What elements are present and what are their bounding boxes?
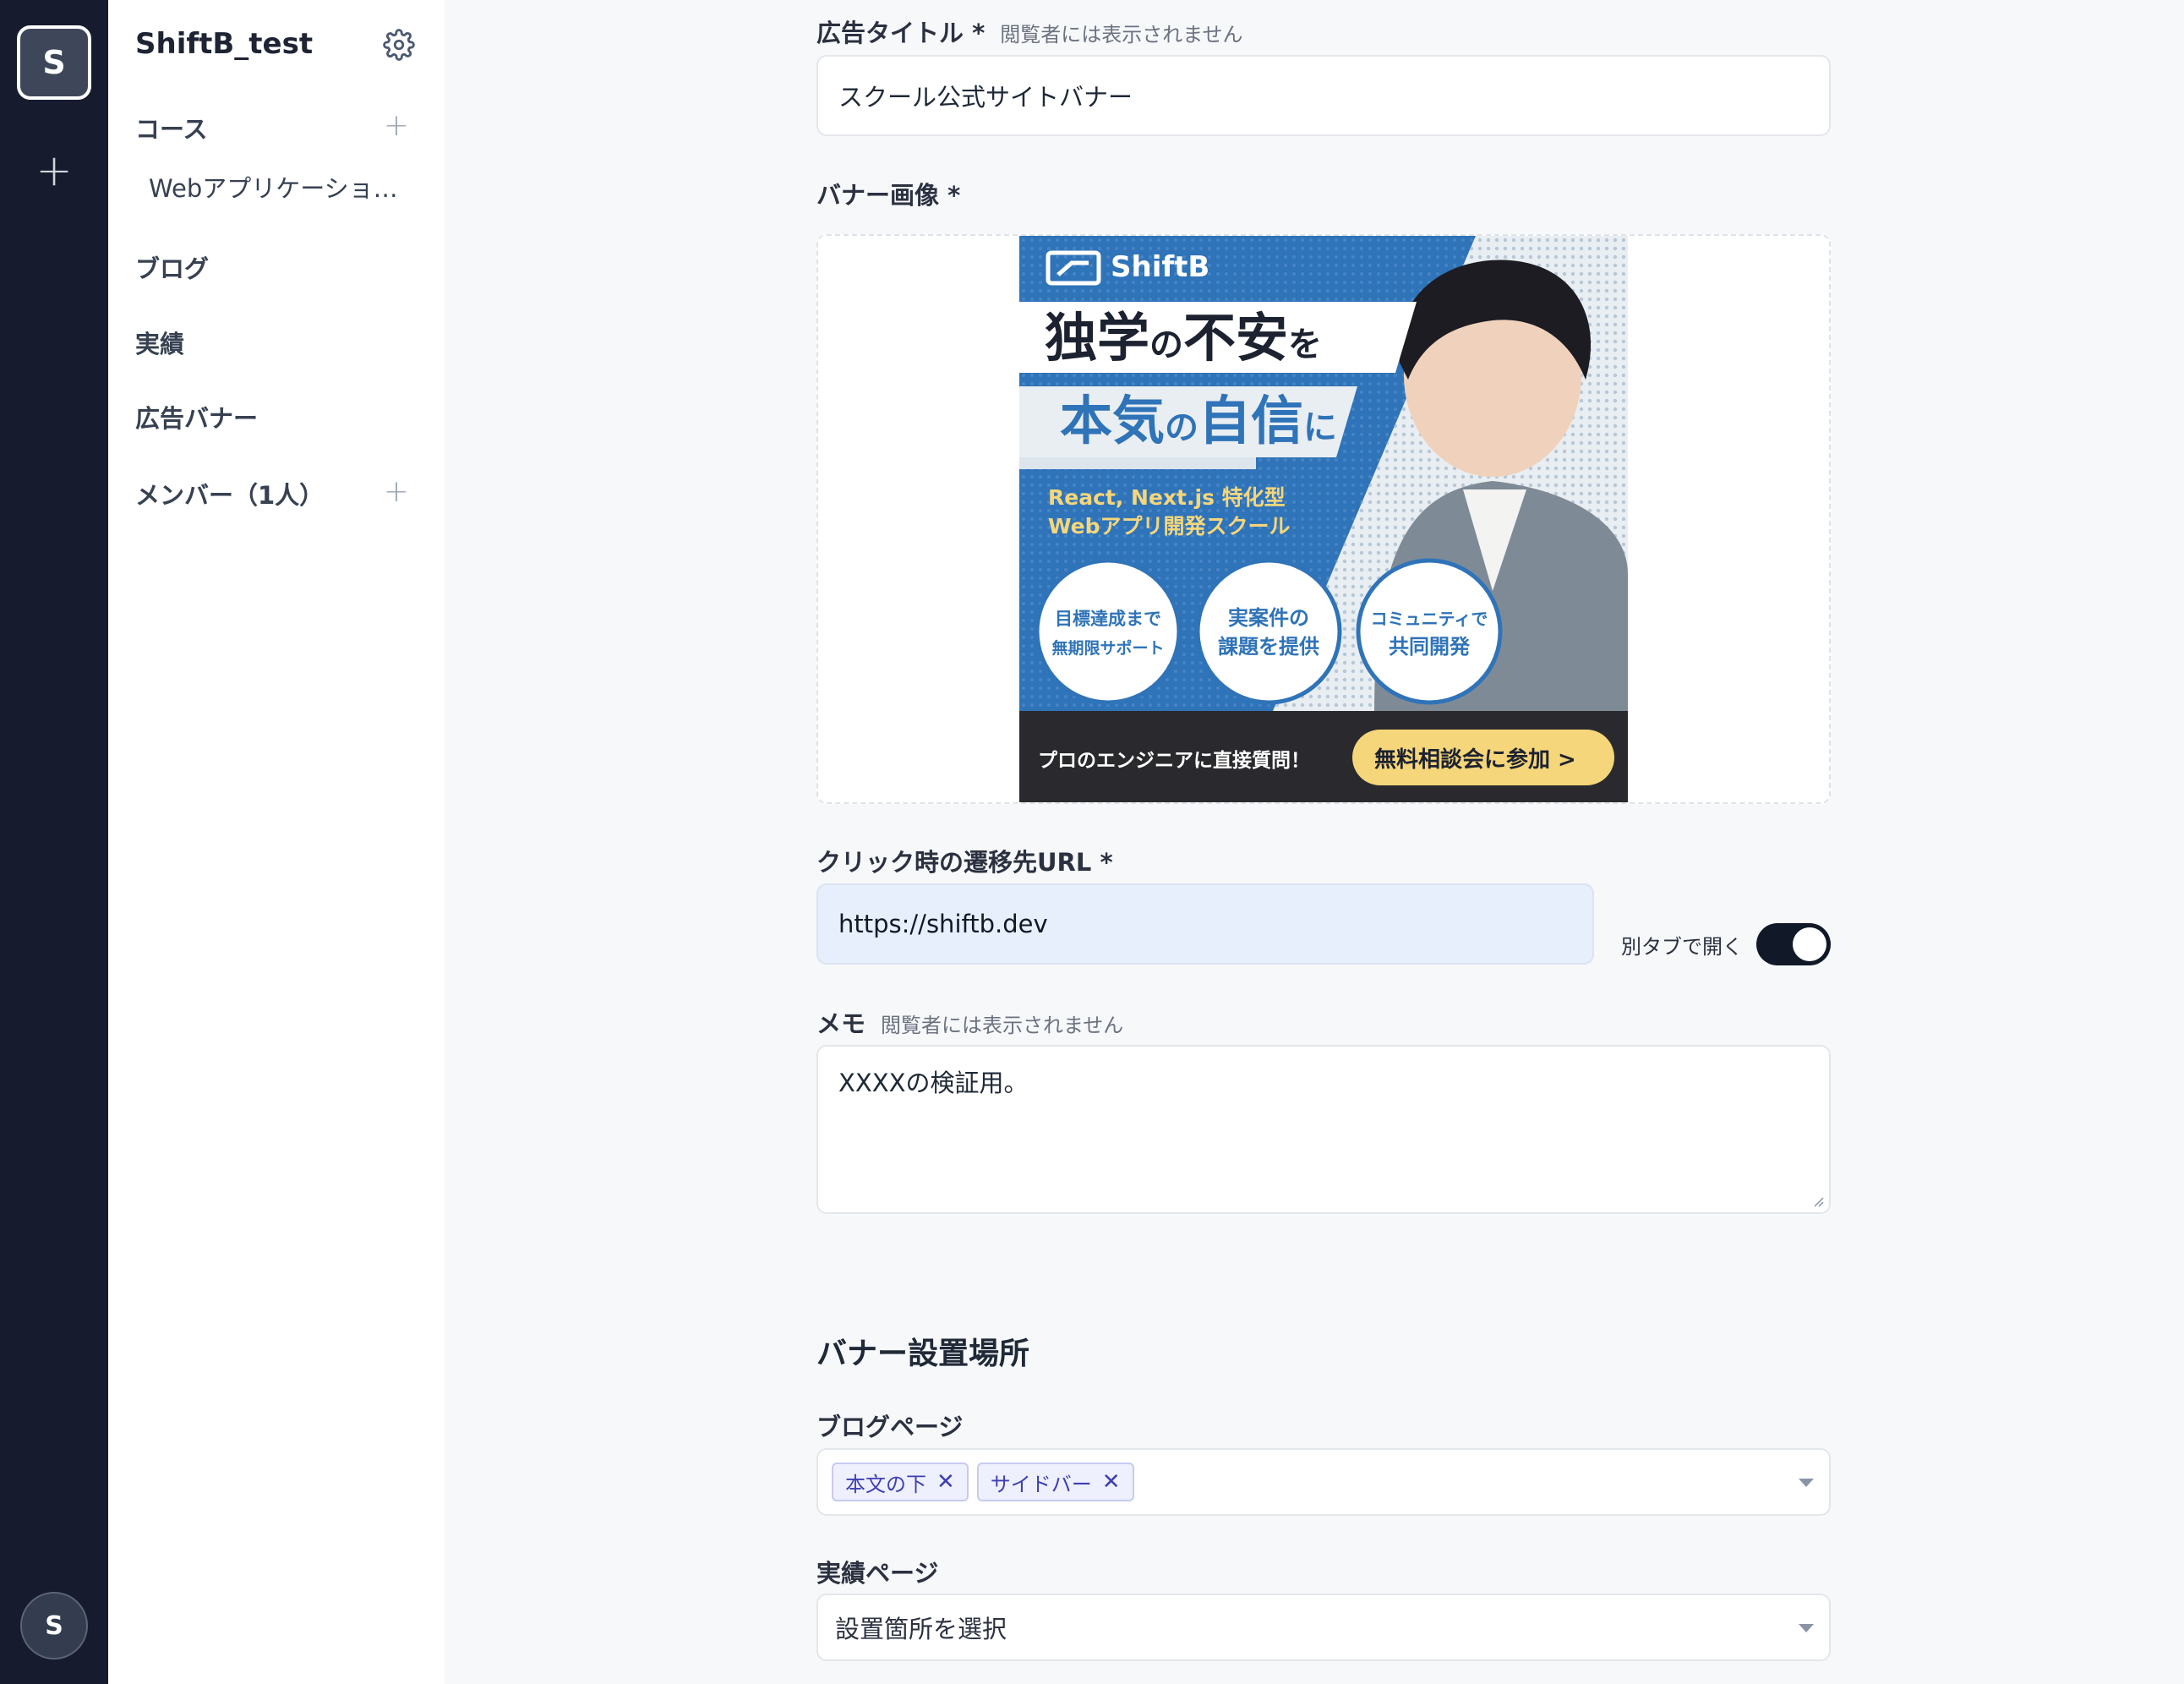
- banner-sub-2: Webアプリ開発スクール: [1048, 514, 1291, 539]
- user-avatar[interactable]: S: [20, 1592, 88, 1659]
- ad-title-value: スクール公式サイトバナー: [838, 83, 1133, 112]
- add-workspace-icon[interactable]: +: [29, 145, 79, 196]
- workspace-button[interactable]: S: [17, 25, 91, 100]
- add-member-icon[interactable]: +: [380, 474, 412, 509]
- ad-title-label-text: 広告タイトル *: [816, 19, 986, 47]
- banner-circle-2-line1: 実案件の: [1228, 606, 1309, 630]
- results-placement-select[interactable]: 設置箇所を選択: [816, 1594, 1831, 1661]
- sidebar-item-course-web-app[interactable]: Webアプリケーショ…: [149, 169, 402, 205]
- banner-circle-1-line1: 目標達成まで: [1055, 609, 1161, 629]
- project-title: ShiftB_test: [135, 27, 314, 61]
- url-value: https://shiftb.dev: [838, 910, 1048, 938]
- chip-label: サイドバー: [990, 1472, 1092, 1496]
- banner-circle-3-line2: 共同開発: [1389, 635, 1471, 659]
- banner-footer-text: プロのエンジニアに直接質問！: [1038, 749, 1310, 772]
- banner-headline-1: 独学の不安を: [1045, 307, 1322, 369]
- banner-brand: ShiftB: [1111, 250, 1209, 284]
- sidebar-item-members[interactable]: メンバー（1人）: [135, 476, 324, 511]
- placement-section-title: バナー設置場所: [816, 1337, 1030, 1371]
- banner-image-label: バナー画像 *: [816, 181, 961, 210]
- banner-artwork: ShiftB 独学の不安を 本気の自信に React, Next.js 特化型 …: [1019, 236, 1628, 802]
- add-course-icon[interactable]: +: [380, 108, 412, 143]
- banner-headline-2: 本気の自信に: [1060, 390, 1337, 451]
- banner-sub-1: React, Next.js 特化型: [1048, 485, 1286, 510]
- remove-chip-icon[interactable]: ✕: [936, 1469, 955, 1495]
- sidebar-item-achievements[interactable]: 実績: [135, 325, 184, 360]
- sidebar-item-courses[interactable]: コース: [135, 110, 208, 145]
- resize-handle-icon[interactable]: [1812, 1195, 1824, 1207]
- chevron-down-icon[interactable]: [1799, 1624, 1814, 1632]
- memo-textarea[interactable]: XXXXの検証用。: [816, 1045, 1831, 1214]
- memo-label: メモ 閲覧者には表示されません: [816, 1004, 1123, 1040]
- blog-placement-select[interactable]: 本文の下 ✕ サイドバー ✕: [816, 1448, 1831, 1516]
- ad-title-hint: 閲覧者には表示されません: [1000, 23, 1243, 46]
- url-input[interactable]: https://shiftb.dev: [816, 883, 1594, 965]
- gear-icon[interactable]: [383, 29, 415, 61]
- workspace-rail: S + S: [0, 0, 108, 1684]
- sidebar-item-ad-banner[interactable]: 広告バナー: [135, 399, 258, 435]
- banner-circle-2-line2: 課題を提供: [1218, 635, 1319, 659]
- remove-chip-icon[interactable]: ✕: [1102, 1469, 1121, 1495]
- new-tab-toggle[interactable]: [1756, 923, 1831, 965]
- banner-circle-3-line1: コミュニティで: [1371, 609, 1488, 629]
- sidebar: ShiftB_test コース + Webアプリケーショ… ブログ 実績 広告バ…: [108, 0, 445, 1684]
- sidebar-item-blog[interactable]: ブログ: [135, 249, 209, 285]
- ad-title-input[interactable]: スクール公式サイトバナー: [816, 55, 1831, 136]
- results-placeholder: 設置箇所を選択: [835, 1615, 1007, 1643]
- banner-image-preview[interactable]: ShiftB 独学の不安を 本気の自信に React, Next.js 特化型 …: [1019, 236, 1628, 802]
- banner-circle-1-line2: 無期限サポート: [1051, 638, 1164, 658]
- url-label: クリック時の遷移先URL *: [816, 848, 1113, 877]
- blog-page-label: ブログページ: [816, 1413, 964, 1441]
- toggle-knob: [1793, 927, 1826, 961]
- chip-sidebar: サイドバー ✕: [976, 1463, 1134, 1501]
- memo-label-text: メモ: [816, 1009, 866, 1038]
- chip-label: 本文の下: [845, 1472, 926, 1496]
- memo-hint: 閲覧者には表示されません: [881, 1014, 1124, 1037]
- chevron-down-icon[interactable]: [1799, 1479, 1814, 1487]
- new-tab-label: 別タブで開く: [1621, 935, 1743, 959]
- memo-value: XXXXの検証用。: [838, 1069, 1029, 1097]
- results-page-label: 実績ページ: [816, 1559, 939, 1588]
- ad-title-label: 広告タイトル * 閲覧者には表示されません: [816, 14, 1243, 49]
- chip-below-content: 本文の下 ✕: [832, 1463, 969, 1501]
- banner-cta: 無料相談会に参加 >: [1374, 746, 1576, 773]
